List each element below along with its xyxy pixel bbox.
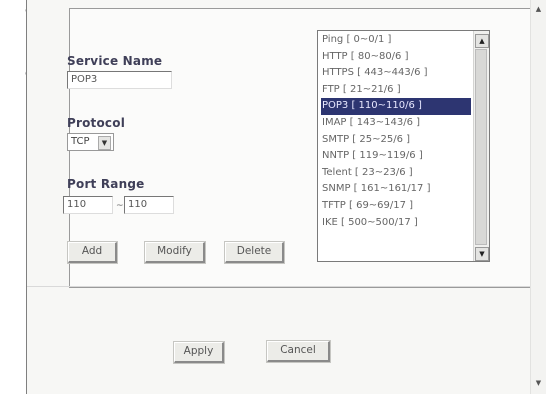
list-item[interactable]: HTTP [ 80~80/6 ] <box>321 49 471 66</box>
scroll-down-arrow-icon[interactable]: ▼ <box>475 247 489 261</box>
protocol-select-value: TCP <box>71 136 90 147</box>
delete-button[interactable]: Delete <box>224 241 285 264</box>
protocol-select[interactable]: TCP ▼ <box>67 133 114 151</box>
services-list: Ping [ 0~0/1 ] HTTP [ 80~80/6 ] HTTPS [ … <box>321 32 471 231</box>
list-item[interactable]: Telent [ 23~23/6 ] <box>321 165 471 182</box>
list-item[interactable]: HTTPS [ 443~443/6 ] <box>321 65 471 82</box>
port-range-label: Port Range <box>67 177 145 191</box>
scroll-down-arrow-icon[interactable]: ▼ <box>534 378 543 388</box>
add-button[interactable]: Add <box>67 241 118 264</box>
list-item[interactable]: POP3 [ 110~110/6 ] <box>321 98 471 115</box>
list-scrollbar[interactable]: ▲ ▼ <box>473 31 489 261</box>
list-item[interactable]: Ping [ 0~0/1 ] <box>321 32 471 49</box>
service-name-label: Service Name <box>67 54 163 68</box>
list-item[interactable]: SMTP [ 25~25/6 ] <box>321 132 471 149</box>
services-listbox[interactable]: Ping [ 0~0/1 ] HTTP [ 80~80/6 ] HTTPS [ … <box>317 30 490 262</box>
list-item[interactable]: FTP [ 21~21/6 ] <box>321 82 471 99</box>
scroll-up-arrow-icon[interactable]: ▲ <box>534 4 543 14</box>
port-start-input[interactable]: 110 <box>63 196 113 214</box>
section-divider <box>27 286 533 287</box>
scroll-up-arrow-icon[interactable]: ▲ <box>475 34 489 48</box>
cancel-button[interactable]: Cancel <box>266 340 331 363</box>
list-item[interactable]: NNTP [ 119~119/6 ] <box>321 148 471 165</box>
page-scrollbar[interactable]: ▲ ▼ <box>530 0 546 394</box>
service-name-input[interactable]: POP3 <box>67 71 172 89</box>
list-item[interactable]: IKE [ 500~500/17 ] <box>321 215 471 232</box>
modify-button[interactable]: Modify <box>144 241 206 264</box>
apply-button[interactable]: Apply <box>173 341 225 364</box>
protocol-label: Protocol <box>67 116 126 130</box>
scroll-thumb[interactable] <box>475 49 487 245</box>
port-end-input[interactable]: 110 <box>124 196 174 214</box>
browser-frame: Service Name POP3 Protocol TCP ▼ Port Ra… <box>26 0 546 394</box>
port-range-separator: ~ <box>116 201 124 211</box>
chevron-down-icon: ▼ <box>98 136 111 150</box>
list-item[interactable]: TFTP [ 69~69/17 ] <box>321 198 471 215</box>
list-item[interactable]: SNMP [ 161~161/17 ] <box>321 181 471 198</box>
list-item[interactable]: IMAP [ 143~143/6 ] <box>321 115 471 132</box>
